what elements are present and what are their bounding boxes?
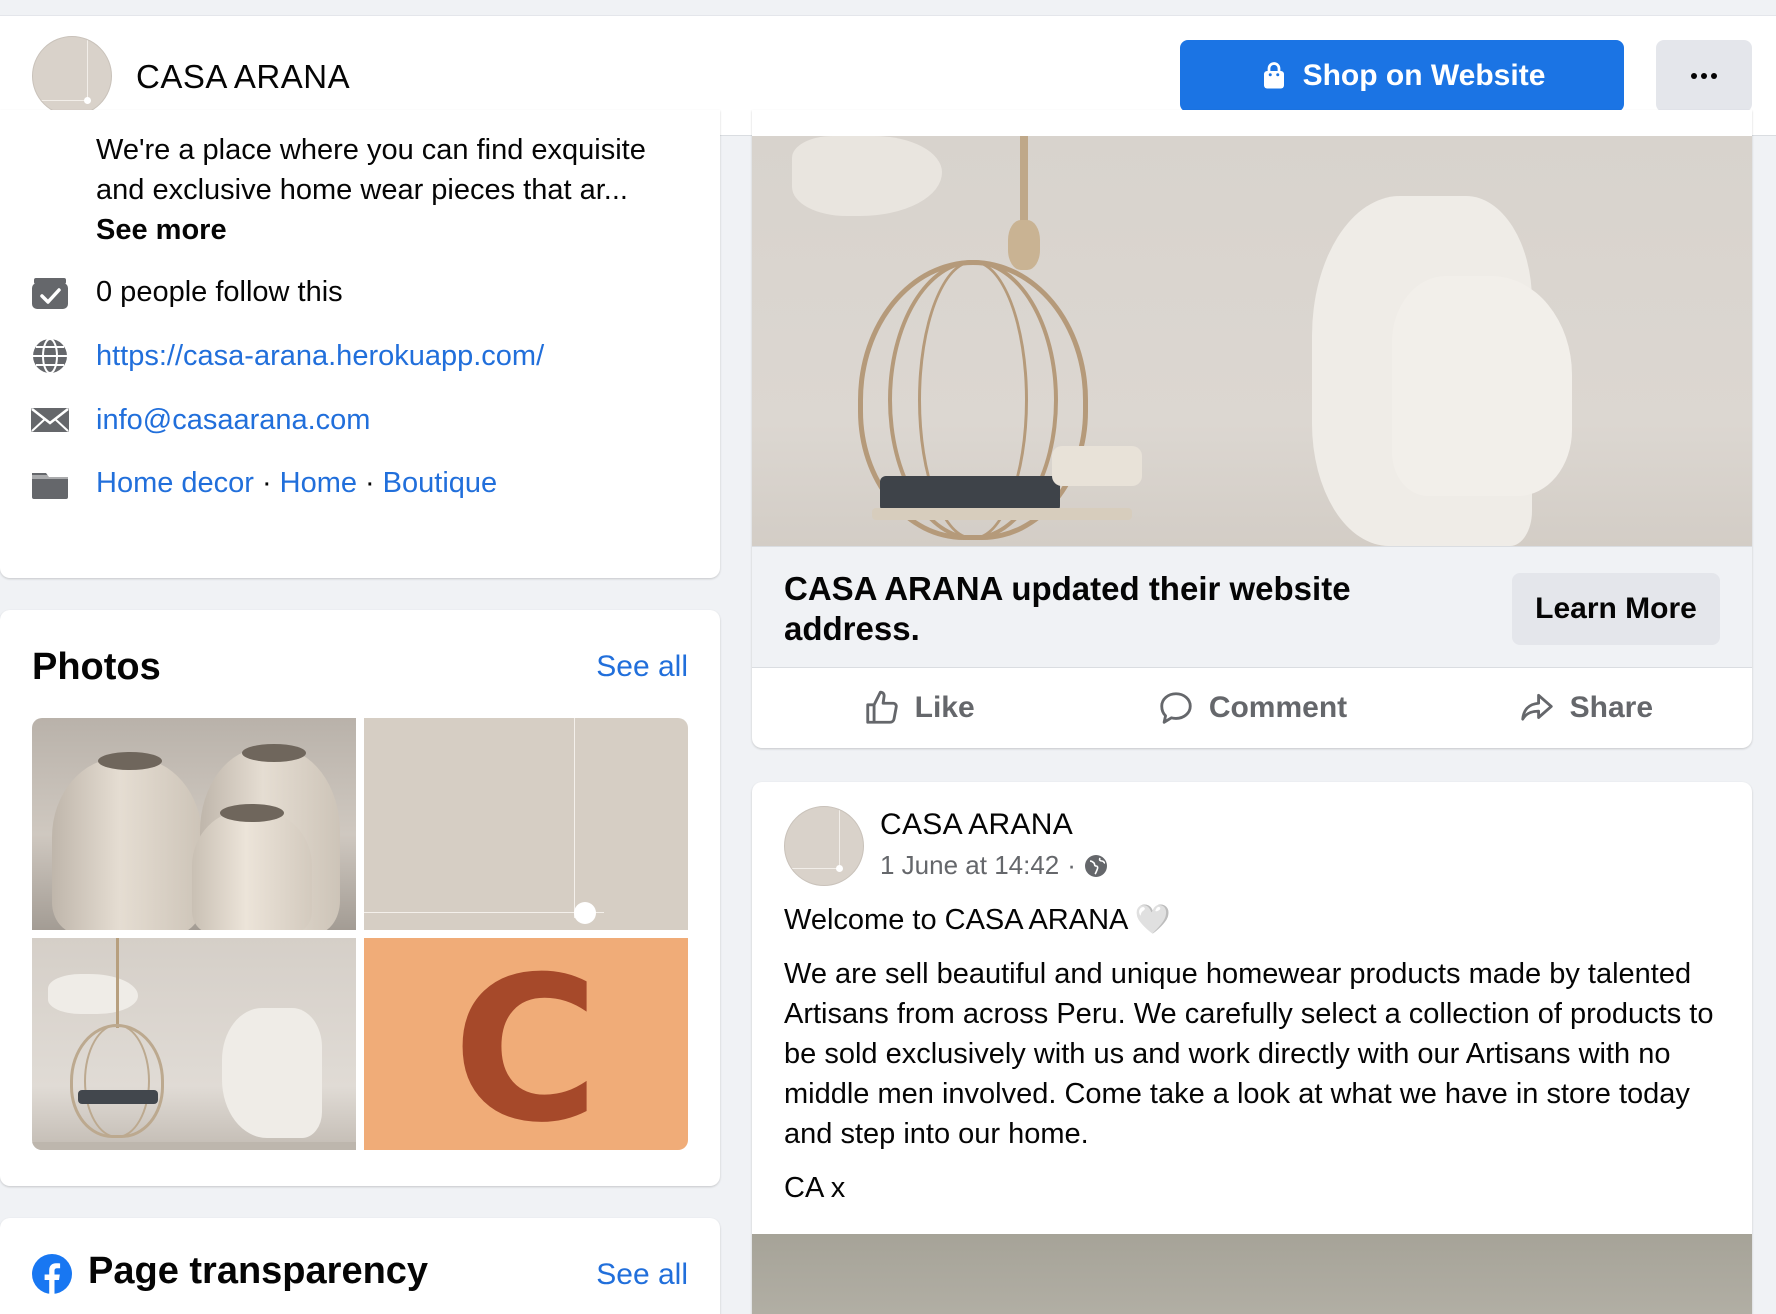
chair-blanket xyxy=(880,476,1060,512)
shop-button-label: Shop on Website xyxy=(1302,59,1546,92)
photos-title: Photos xyxy=(32,646,161,688)
category-home[interactable]: Home xyxy=(280,467,357,500)
photo-letter: C xyxy=(452,938,600,1150)
followers-check-icon xyxy=(30,272,74,312)
link-preview-title: CASA ARANA updated their website address… xyxy=(784,570,1351,647)
rope-knot xyxy=(1008,220,1040,270)
followers-row: 0 people follow this xyxy=(30,272,343,312)
post-actions: Like Comment Share xyxy=(752,668,1752,748)
intro-card: We're a place where you can find exquisi… xyxy=(0,110,720,578)
photo-letter-c[interactable]: C xyxy=(364,938,688,1150)
category-separator: · xyxy=(261,466,272,499)
categories-row: Home decor · Home · Boutique xyxy=(30,463,497,503)
globe-icon[interactable] xyxy=(1084,854,1108,878)
post-image[interactable] xyxy=(752,1234,1752,1314)
photos-card: Photos See all C xyxy=(0,610,720,1186)
photos-see-all-link[interactable]: See all xyxy=(596,650,688,684)
photo-grid: C xyxy=(32,718,688,1150)
welcome-post: CASA ARANA 1 June at 14:42 · Welcome to … xyxy=(752,782,1752,1314)
email-row: info@casaarana.com xyxy=(30,400,370,440)
post-hero-image[interactable] xyxy=(752,136,1752,546)
page-avatar[interactable] xyxy=(32,36,112,116)
more-options-button[interactable] xyxy=(1656,40,1752,112)
comment-label: Comment xyxy=(1208,691,1348,724)
chair-seat xyxy=(872,508,1132,520)
comment-bubble-icon xyxy=(1160,692,1192,724)
more-dot xyxy=(1691,73,1697,79)
post-timestamp[interactable]: 1 June at 14:42 xyxy=(880,850,1059,881)
category-separator: · xyxy=(365,466,375,499)
post-meta: 1 June at 14:42 · xyxy=(880,850,1108,881)
website-row: https://casa-arana.herokuapp.com/ xyxy=(30,336,544,376)
post-paragraph: Welcome to CASA ARANA 🤍 xyxy=(784,904,1171,936)
page-transparency-title: Page transparency xyxy=(88,1250,429,1292)
shop-on-website-button[interactable]: Shop on Website xyxy=(1180,40,1624,112)
website-link[interactable]: https://casa-arana.herokuapp.com/ xyxy=(96,340,544,373)
folder-icon xyxy=(30,463,74,503)
share-arrow-icon xyxy=(1520,693,1553,721)
link-preview-bar[interactable]: CASA ARANA updated their website address… xyxy=(752,546,1752,668)
category-boutique[interactable]: Boutique xyxy=(383,467,498,500)
envelope-icon xyxy=(30,400,74,440)
learn-more-button[interactable]: Learn More xyxy=(1512,573,1720,645)
category-home-decor[interactable]: Home decor xyxy=(96,467,254,500)
page-title[interactable]: CASA ARANA xyxy=(136,58,350,96)
comment-button[interactable]: Comment xyxy=(1085,668,1418,748)
intro-description: We're a place where you can find exquisi… xyxy=(96,130,656,250)
like-label: Like xyxy=(914,691,975,724)
post-author-avatar[interactable] xyxy=(784,806,864,886)
transparency-see-all-link[interactable]: See all xyxy=(596,1258,688,1292)
photo-vases[interactable] xyxy=(32,718,356,930)
website-update-post: CASA ARANA updated their website address… xyxy=(752,110,1752,748)
page-transparency-card: Page transparency See all xyxy=(0,1218,720,1314)
top-strip xyxy=(0,0,1776,16)
facebook-logo-icon xyxy=(32,1254,72,1299)
share-label: Share xyxy=(1569,691,1654,724)
email-link[interactable]: info@casaarana.com xyxy=(96,404,370,437)
more-dot xyxy=(1711,73,1717,79)
meta-separator: · xyxy=(1067,850,1076,880)
photo-hanging-chair[interactable] xyxy=(32,938,356,1150)
post-paragraph: We are sell beautiful and unique homewea… xyxy=(784,958,1714,1150)
share-button[interactable]: Share xyxy=(1419,668,1752,748)
thumbs-up-icon xyxy=(865,690,898,724)
post-paragraph: CA x xyxy=(784,1172,846,1204)
shopping-bag-icon xyxy=(1263,62,1284,89)
more-dot xyxy=(1701,73,1707,79)
globe-icon xyxy=(30,336,74,376)
intro-text: We're a place where you can find exquisi… xyxy=(96,134,646,206)
like-button[interactable]: Like xyxy=(752,668,1085,748)
post-body: Welcome to CASA ARANA 🤍 We are sell beau… xyxy=(784,900,1728,1222)
see-more-link[interactable]: See more xyxy=(96,214,227,246)
photo-logo-pattern[interactable] xyxy=(364,718,688,930)
post-author-name[interactable]: CASA ARANA xyxy=(880,808,1073,842)
followers-count: 0 people follow this xyxy=(96,275,343,308)
chair-cushion xyxy=(1052,446,1142,486)
